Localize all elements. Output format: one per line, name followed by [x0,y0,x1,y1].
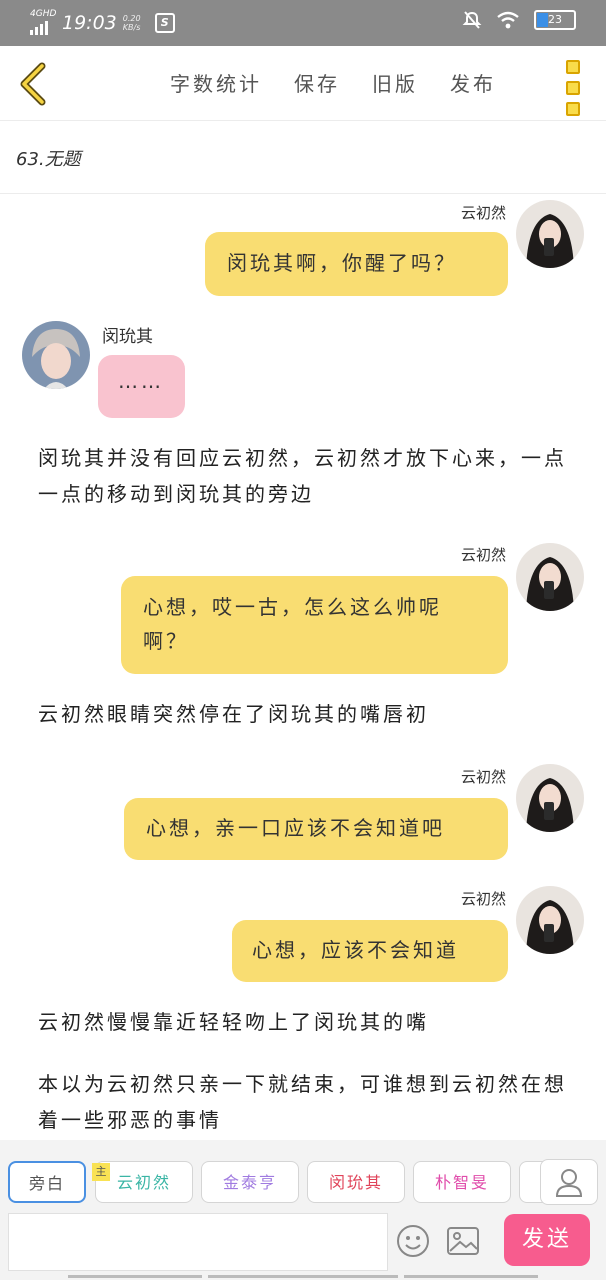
speaker-name: 云初然 [460,890,506,908]
status-bar: 4GHD 19:03 0.20 KB/s S 23 [0,0,606,46]
message-bubble[interactable]: 心想，亲一口应该不会知道吧 [124,798,508,860]
speaker-name: 云初然 [460,546,506,564]
chat-area[interactable]: 云初然 闵玧其啊，你醒了吗？ 闵玧其 …… 闵玧其并没有回应云初然，云初然才放下… [0,194,606,1140]
send-button[interactable]: 发送 [504,1214,590,1266]
speaker-name: 闵玧其 [102,327,153,347]
story-title-bar[interactable]: 63.无题 [0,121,606,194]
message-bubble[interactable]: 心想，哎一古，怎么这么帅呢啊？ [121,576,508,674]
message-bubble[interactable]: …… [98,355,185,418]
avatar[interactable] [516,543,584,611]
wifi-icon [497,11,519,29]
nav-indicator [404,1275,538,1278]
image-icon[interactable] [446,1226,480,1256]
user-icon [555,1169,583,1197]
speed-unit: KB/s [122,22,141,32]
old-version-button[interactable]: 旧版 [372,68,418,97]
more-options-icon[interactable] [566,60,580,116]
network-speed: 0.20 KB/s [123,14,149,32]
main-character-tag: 主 [92,1163,110,1181]
avatar[interactable] [516,764,584,832]
narration-text[interactable]: 云初然慢慢靠近轻轻吻上了闵玧其的嘴 [38,1004,578,1040]
avatar[interactable] [516,886,584,954]
nav-indicator [68,1275,202,1278]
narration-text[interactable]: 闵玧其并没有回应云初然，云初然才放下心来，一点一点的移动到闵玧其的旁边 [38,440,578,512]
save-button[interactable]: 保存 [294,68,340,97]
signal-icon [30,19,56,35]
avatar[interactable] [516,200,584,268]
top-menu: 字数统计 保存 旧版 发布 [170,68,496,97]
network-indicator: 4GHD [30,10,56,35]
message-bubble[interactable]: 闵玧其啊，你醒了吗？ [205,232,508,296]
app-bar: 字数统计 保存 旧版 发布 [0,46,606,121]
character-chip[interactable]: 金泰亨 [201,1161,299,1203]
emoji-icon[interactable] [396,1224,430,1258]
message-bubble[interactable]: 心想，应该不会知道 [232,920,508,982]
story-title: 63.无题 [16,149,81,170]
character-select-bar: 旁白 云初然 金泰亨 闵玧其 朴智旻 [0,1140,606,1210]
word-count-button[interactable]: 字数统计 [170,68,262,97]
narrator-chip[interactable]: 旁白 [8,1161,86,1203]
back-arrow-icon[interactable] [14,62,54,106]
narration-text[interactable]: 本以为云初然只亲一下就结束，可谁想到云初然在想着一些邪恶的事情 [38,1066,578,1138]
message-input[interactable] [8,1213,388,1271]
network-type: 4GHD [30,9,57,19]
speed-value: 0.20 [122,13,141,23]
add-character-button[interactable] [540,1159,598,1205]
character-chip[interactable]: 朴智旻 [413,1161,511,1203]
avatar[interactable] [22,321,90,389]
battery-level: 23 [548,13,562,26]
mute-icon [462,11,482,29]
publish-button[interactable]: 发布 [450,68,496,97]
nav-indicator [208,1275,398,1278]
composer: 发送 [0,1210,606,1280]
clock: 19:03 [62,11,117,34]
character-chip[interactable]: 闵玧其 [307,1161,405,1203]
battery-icon: 23 [534,10,576,30]
app-notification-icon: S [154,12,175,33]
narration-text[interactable]: 云初然眼睛突然停在了闵玧其的嘴唇初 [38,696,578,732]
speaker-name: 云初然 [460,204,506,222]
speaker-name: 云初然 [460,768,506,786]
